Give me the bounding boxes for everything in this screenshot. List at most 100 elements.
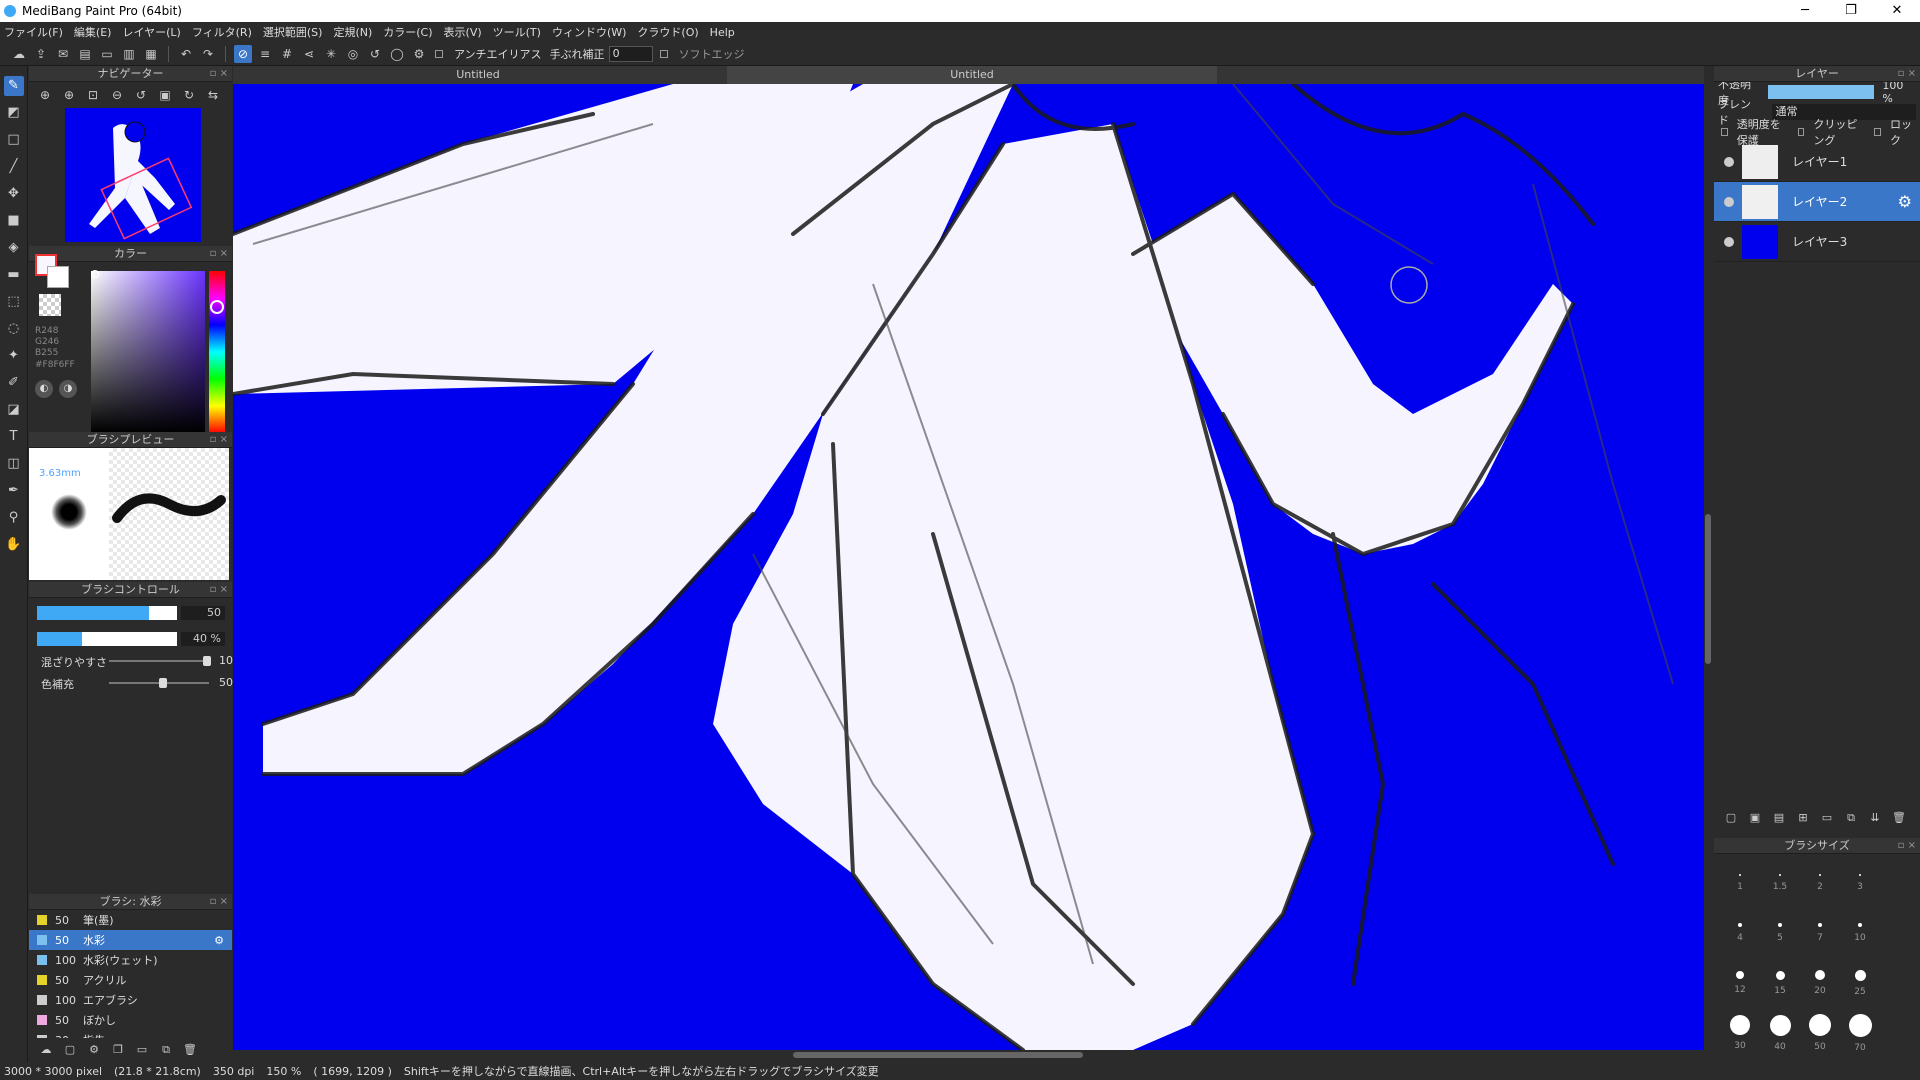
stabilizer-input[interactable]: 0 <box>608 45 653 62</box>
background-color-swatch[interactable] <box>47 266 69 288</box>
tab-untitled-2[interactable]: Untitled <box>727 66 1217 84</box>
layer-item[interactable]: レイヤー2 ⚙ <box>1714 182 1920 222</box>
panel-close-icon[interactable]: ▫ × <box>210 432 228 448</box>
brush-tool-icon[interactable]: ✎ <box>3 76 24 96</box>
panel-close-icon[interactable]: ▫ × <box>1898 66 1916 82</box>
redo-icon[interactable]: ↷ <box>199 45 217 63</box>
brush-size-preset[interactable]: 15 <box>1760 958 1800 1008</box>
menu-cloud[interactable]: クラウド(O) <box>637 24 698 40</box>
rotate-left-icon[interactable]: ↺ <box>131 86 151 104</box>
menu-layer[interactable]: レイヤー(L) <box>122 24 180 40</box>
brush-size-preset[interactable]: 4 <box>1720 908 1760 958</box>
brush-size-preset[interactable]: 1.5 <box>1760 858 1800 908</box>
panel-close-icon[interactable]: ▫ × <box>210 894 228 910</box>
vanishing-snap-icon[interactable]: ⋖ <box>300 45 318 63</box>
dot-tool-icon[interactable]: ╱ <box>4 157 24 177</box>
canvas-horizontal-scrollbar[interactable] <box>233 1050 1704 1060</box>
saturation-value-picker[interactable] <box>91 271 205 433</box>
sv-picker-knob[interactable] <box>91 270 99 278</box>
radial-snap-icon[interactable]: ✳ <box>322 45 340 63</box>
pen-tool-icon[interactable]: ✒ <box>4 481 24 501</box>
gear-icon[interactable]: ⚙ <box>1898 192 1912 211</box>
brush-size-preset[interactable]: 1 <box>1720 858 1760 908</box>
delete-layer-icon[interactable]: 🗑 <box>1890 810 1908 826</box>
navigator-thumbnail[interactable] <box>65 108 201 242</box>
hue-slider-knob[interactable] <box>210 300 224 314</box>
protect-alpha-checkbox[interactable] <box>1721 128 1728 136</box>
brush-settings-icon[interactable]: ⚙ <box>85 1042 103 1058</box>
menu-color[interactable]: カラー(C) <box>383 24 432 40</box>
layer-opacity-slider[interactable] <box>1768 85 1875 99</box>
cross-snap-icon[interactable]: # <box>278 45 296 63</box>
brush-size-slider[interactable] <box>37 606 177 620</box>
visibility-eye-icon[interactable] <box>1724 236 1734 247</box>
brush-list-item[interactable]: 100 エアブラシ <box>29 990 232 1010</box>
comment-icon[interactable]: ✉ <box>54 45 72 63</box>
layer-item[interactable]: レイヤー3 <box>1714 222 1920 262</box>
brush-size-preset[interactable]: 3 <box>1840 858 1880 908</box>
brush-list-item[interactable]: 100 水彩(ウェット) <box>29 950 232 970</box>
close-button[interactable]: ✕ <box>1874 0 1920 22</box>
lock-checkbox[interactable] <box>1874 128 1882 136</box>
fill-slider-knob[interactable] <box>159 678 167 688</box>
bucket-tool-icon[interactable]: ◈ <box>4 238 24 258</box>
panel-close-icon[interactable]: ▫ × <box>210 246 228 262</box>
copy-brush-icon[interactable]: ❐ <box>109 1042 127 1058</box>
brush-list-item[interactable]: 50 ぼかし <box>29 1010 232 1030</box>
brush-size-preset[interactable]: 2 <box>1800 858 1840 908</box>
tab-untitled-1[interactable]: Untitled <box>233 66 723 84</box>
eraser-tool-icon[interactable]: ◩ <box>4 103 24 123</box>
horizontal-scroll-thumb[interactable] <box>793 1052 1083 1058</box>
brush-cloud-icon[interactable]: ☁ <box>37 1042 55 1058</box>
new-layer-icon[interactable]: ▢ <box>1722 810 1740 826</box>
duplicate-layer-icon[interactable]: ⧉ <box>1842 810 1860 826</box>
undo-icon[interactable]: ↶ <box>177 45 195 63</box>
brush-size-input[interactable]: 50 <box>181 606 225 620</box>
curve-snap-icon[interactable]: ↺ <box>366 45 384 63</box>
zoom-out-icon[interactable]: ⊖ <box>107 86 127 104</box>
move-tool-icon[interactable]: ✥ <box>4 184 24 204</box>
menu-edit[interactable]: 編集(E) <box>74 24 112 40</box>
rect-tool-icon[interactable]: □ <box>4 130 24 150</box>
snap-off-icon[interactable]: ⊘ <box>234 44 252 63</box>
divide-tool-icon[interactable]: ◫ <box>4 454 24 474</box>
menu-selection[interactable]: 選択範囲(S) <box>263 24 323 40</box>
comment-list-icon[interactable]: ▤ <box>76 45 94 63</box>
visibility-eye-icon[interactable] <box>1724 196 1734 207</box>
menu-view[interactable]: 表示(V) <box>444 24 482 40</box>
magic-wand-icon[interactable]: ✦ <box>4 346 24 366</box>
brush-list-item[interactable]: 50 アクリル <box>29 970 232 990</box>
rotate-right-icon[interactable]: ↻ <box>179 86 199 104</box>
upload-icon[interactable]: ⇪ <box>32 45 50 63</box>
brush-list-item[interactable]: 30指先 <box>29 1030 232 1038</box>
softedge-checkbox[interactable] <box>659 49 668 58</box>
fit-icon[interactable]: ⊡ <box>83 86 103 104</box>
cloud-icon[interactable]: ☁ <box>10 45 28 63</box>
new-halftone-layer-icon[interactable]: ▣ <box>1746 810 1764 826</box>
brush-size-preset[interactable]: 40 <box>1760 1008 1800 1058</box>
actual-size-icon[interactable]: ▣ <box>155 86 175 104</box>
panel-close-icon[interactable]: ▫ × <box>210 582 228 598</box>
select-tool-icon[interactable]: ⬚ <box>4 292 24 312</box>
concentric-snap-icon[interactable]: ◎ <box>344 45 362 63</box>
menu-tool[interactable]: ツール(T) <box>493 24 541 40</box>
brush-size-preset[interactable]: 30 <box>1720 1008 1760 1058</box>
fill-rect-tool-icon[interactable]: ■ <box>4 211 24 231</box>
menu-help[interactable]: Help <box>710 26 735 39</box>
brush-size-preset[interactable]: 25 <box>1840 958 1880 1008</box>
duplicate-brush-icon[interactable]: ⧉ <box>157 1042 175 1058</box>
maximize-button[interactable]: ❐ <box>1828 0 1874 22</box>
visibility-eye-icon[interactable] <box>1724 156 1734 167</box>
merge-layer-icon[interactable]: ⇊ <box>1866 810 1884 826</box>
menu-filter[interactable]: フィルタ(R) <box>192 24 252 40</box>
brush-list-item[interactable]: 50 筆(墨) <box>29 910 232 930</box>
circle-snap-icon[interactable]: ◯ <box>388 45 406 63</box>
add-layer-menu-icon[interactable]: ⊞ <box>1794 810 1812 826</box>
minimize-button[interactable]: ─ <box>1782 0 1828 22</box>
color-history-icon[interactable]: ◑ <box>59 380 77 398</box>
brush-list-item[interactable]: 50 水彩 ⚙ <box>29 930 232 950</box>
brush-size-preset[interactable]: 70 <box>1840 1008 1880 1058</box>
zoom-icon[interactable]: ⊕ <box>35 86 55 104</box>
brush-size-preset[interactable]: 50 <box>1800 1008 1840 1058</box>
vertical-scroll-thumb[interactable] <box>1705 514 1711 664</box>
